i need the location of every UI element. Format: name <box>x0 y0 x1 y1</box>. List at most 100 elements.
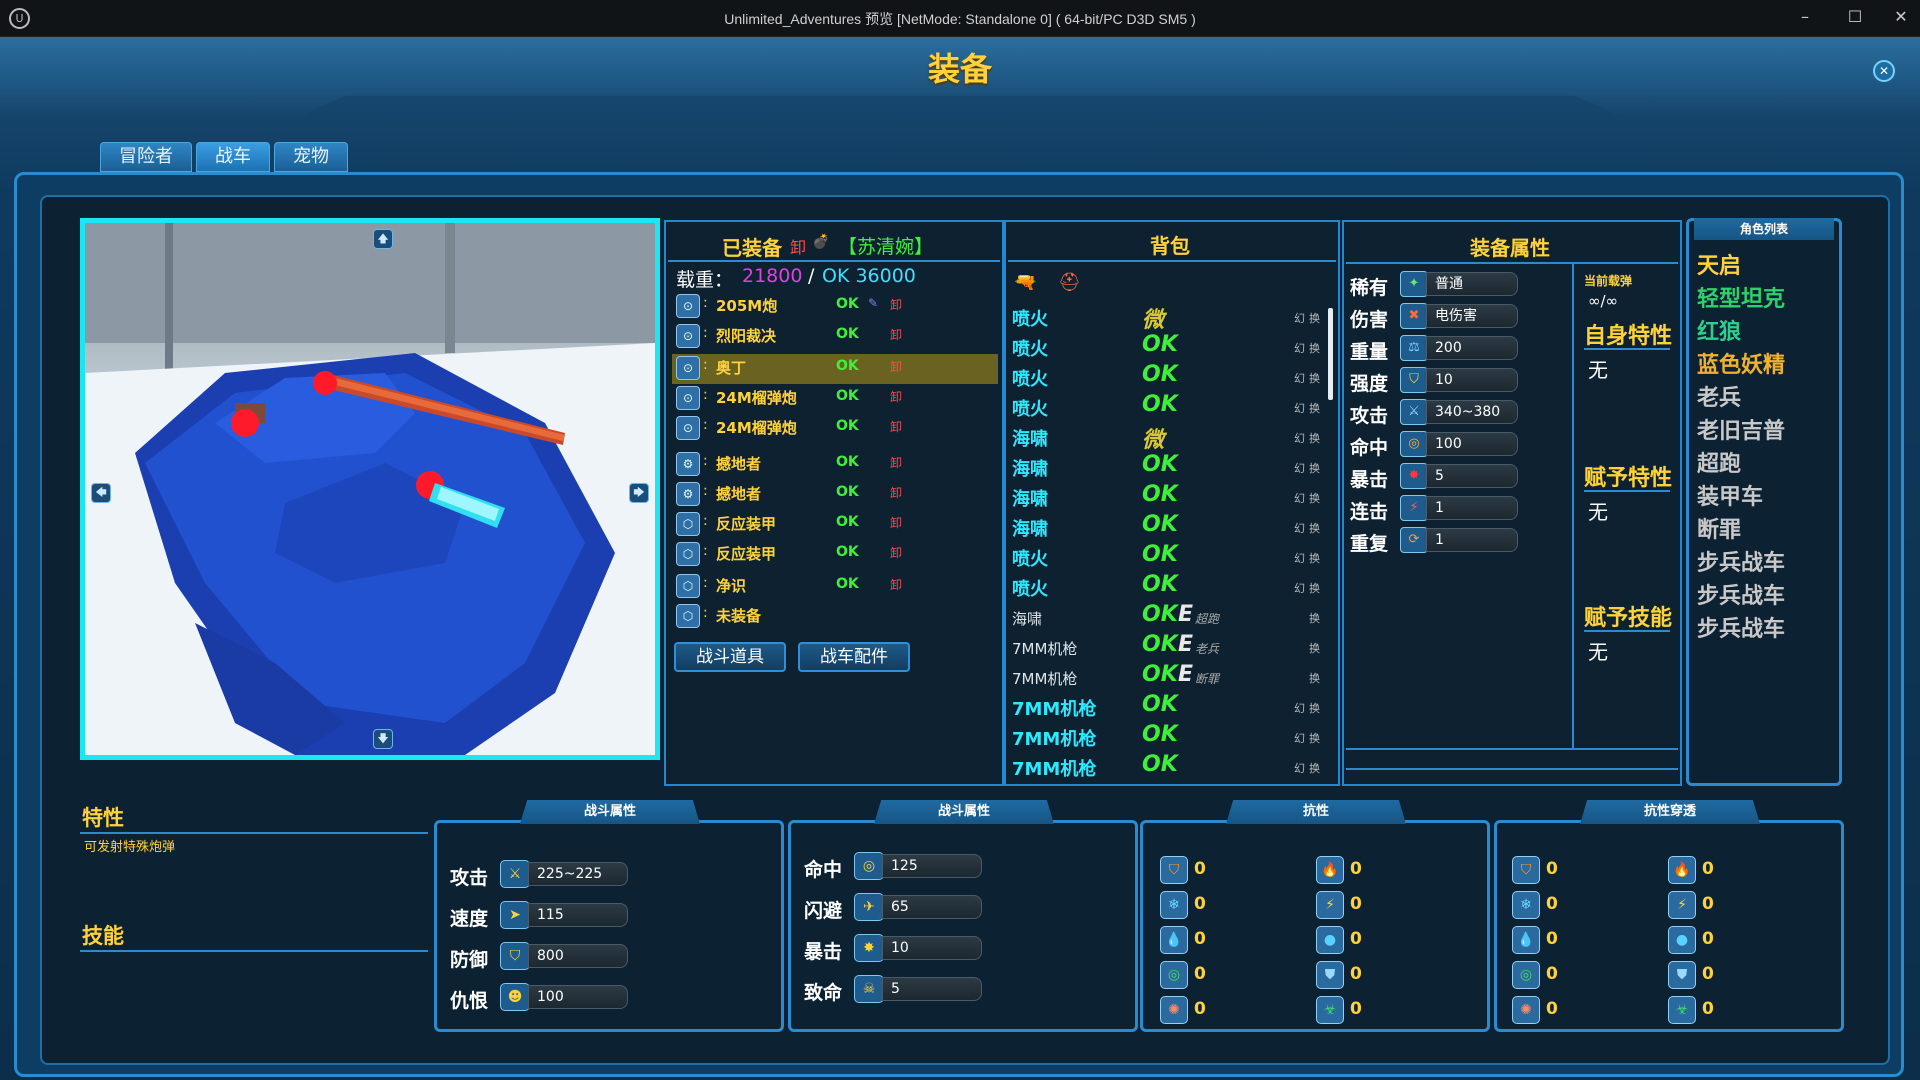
equipped-item-row[interactable]: ⊙:24M榴弹炮 OK 卸 <box>676 414 998 442</box>
equipped-item-row[interactable]: ⬡: 净识 OK 卸 <box>676 572 998 600</box>
backpack-scrollbar[interactable] <box>1328 308 1333 400</box>
swap-button[interactable]: 换 <box>1309 670 1320 686</box>
role-list-item[interactable]: 天启 <box>1697 248 1741 280</box>
role-list-item[interactable]: 红狼 <box>1697 314 1741 346</box>
illusion-button[interactable]: 幻 <box>1294 400 1305 416</box>
unload-button[interactable]: 卸 <box>890 358 902 375</box>
unload-button[interactable]: 卸 <box>890 576 902 593</box>
rotate-up-icon[interactable]: 🡅 <box>373 229 393 249</box>
minimize-button[interactable]: – <box>1790 5 1820 29</box>
illusion-button[interactable]: 幻 <box>1294 370 1305 386</box>
armor-filter-icon[interactable]: ⛑ <box>1058 272 1081 293</box>
backpack-item-row[interactable]: 喷火 微 幻换 <box>1012 302 1322 333</box>
role-list-item[interactable]: 蓝色妖精 <box>1697 347 1785 379</box>
illusion-button[interactable]: 幻 <box>1294 580 1305 596</box>
swap-button[interactable]: 换 <box>1309 430 1320 446</box>
swap-button[interactable]: 换 <box>1309 580 1320 596</box>
rotate-right-icon[interactable]: 🡆 <box>629 483 649 503</box>
tab-adventurer[interactable]: 冒险者 <box>100 142 192 172</box>
swap-button[interactable]: 换 <box>1309 400 1320 416</box>
role-list-item[interactable]: 步兵战车 <box>1697 545 1785 577</box>
illusion-button[interactable]: 幻 <box>1294 340 1305 356</box>
swap-button[interactable]: 换 <box>1309 310 1320 326</box>
tank-3d-viewport[interactable]: 🡅 🡇 🡄 🡆 <box>80 218 660 760</box>
unload-button[interactable]: 卸 <box>890 484 902 501</box>
backpack-item-row[interactable]: 海啸 OK 幻换 <box>1012 452 1322 482</box>
backpack-item-row[interactable]: 海啸 OK 幻换 <box>1012 482 1322 512</box>
tank-parts-button[interactable]: 战车配件 <box>798 642 910 672</box>
backpack-item-row[interactable]: 海啸 微 幻换 <box>1012 422 1322 453</box>
role-list-item[interactable]: 老旧吉普 <box>1697 413 1785 445</box>
backpack-item-row[interactable]: 海啸 OK 幻换 <box>1012 512 1322 542</box>
backpack-item-row[interactable]: 7MM机枪 OK 幻换 <box>1012 722 1322 752</box>
illusion-button[interactable]: 幻 <box>1294 550 1305 566</box>
illusion-button[interactable]: 幻 <box>1294 760 1305 776</box>
modify-icon[interactable]: ✎ <box>868 296 878 310</box>
swap-button[interactable]: 换 <box>1309 700 1320 716</box>
unload-button[interactable]: 卸 <box>890 418 902 435</box>
rotate-left-icon[interactable]: 🡄 <box>91 483 111 503</box>
unload-button[interactable]: 卸 <box>890 326 902 343</box>
close-icon[interactable]: ✕ <box>1873 60 1895 82</box>
swap-button[interactable]: 换 <box>1309 340 1320 356</box>
equipped-item-row[interactable]: ⊙: 烈阳裁决 OK 卸 <box>676 322 998 350</box>
role-list-item[interactable]: 断罪 <box>1697 512 1741 544</box>
illusion-button[interactable]: 幻 <box>1294 700 1305 716</box>
illusion-button[interactable]: 幻 <box>1294 520 1305 536</box>
equipped-item-row[interactable]: ⬡: 未装备 <box>676 602 998 630</box>
swap-button[interactable]: 换 <box>1309 760 1320 776</box>
equipped-item-row[interactable]: ⊙: 奥丁 OK 卸 <box>676 354 998 382</box>
illusion-button[interactable]: 幻 <box>1294 430 1305 446</box>
illusion-button[interactable]: 幻 <box>1294 490 1305 506</box>
backpack-item-row[interactable]: 喷火 OK 幻换 <box>1012 542 1322 572</box>
backpack-item-row[interactable]: 7MM机枪 OK E 老兵 换 <box>1012 632 1322 662</box>
unload-button[interactable]: 卸 <box>890 514 902 531</box>
swap-button[interactable]: 换 <box>1309 460 1320 476</box>
equipped-item-row[interactable]: ⚙: 撼地者 OK 卸 <box>676 450 998 478</box>
role-list-item[interactable]: 轻型坦克 <box>1697 281 1785 313</box>
equipped-item-row[interactable]: ⬡: 反应装甲 OK 卸 <box>676 540 998 568</box>
unload-button[interactable]: 卸 <box>890 544 902 561</box>
swap-button[interactable]: 换 <box>1309 490 1320 506</box>
equipped-item-row[interactable]: ⊙:24M榴弹炮 OK 卸 <box>676 384 998 412</box>
backpack-item-row[interactable]: 喷火 OK 幻换 <box>1012 392 1322 422</box>
illusion-button[interactable]: 幻 <box>1294 730 1305 746</box>
backpack-item-row[interactable]: 7MM机枪 OK 幻换 <box>1012 692 1322 722</box>
equipped-item-name: 205M炮 <box>716 297 778 315</box>
combat-items-button[interactable]: 战斗道具 <box>674 642 786 672</box>
weapon-filter-icon[interactable]: 🔫 <box>1014 272 1036 293</box>
backpack-item-row[interactable]: 7MM机枪 OK 幻换 <box>1012 752 1322 782</box>
close-window-button[interactable]: ✕ <box>1886 5 1916 29</box>
tab-tank[interactable]: 战车 <box>196 142 270 172</box>
swap-button[interactable]: 换 <box>1309 370 1320 386</box>
rotate-down-icon[interactable]: 🡇 <box>373 729 393 749</box>
unload-button[interactable]: 卸 <box>890 388 902 405</box>
swap-button[interactable]: 换 <box>1309 520 1320 536</box>
swap-button[interactable]: 换 <box>1309 730 1320 746</box>
role-list-item[interactable]: 装甲车 <box>1697 479 1763 511</box>
unload-button[interactable]: 卸 <box>890 454 902 471</box>
illusion-button[interactable]: 幻 <box>1294 310 1305 326</box>
unload-button[interactable]: 卸 <box>890 296 902 313</box>
swap-button[interactable]: 换 <box>1309 640 1320 656</box>
equipped-item-row[interactable]: ⬡: 反应装甲 OK 卸 <box>676 510 998 538</box>
equipped-item-row[interactable]: ⚙: 撼地者 OK 卸 <box>676 480 998 508</box>
role-list-item[interactable]: 超跑 <box>1697 446 1741 478</box>
backpack-item-row[interactable]: 海啸 OK E 超跑 换 <box>1012 602 1322 632</box>
equipped-item-row[interactable]: ⊙:205M炮 OK ✎ 卸 <box>676 292 998 320</box>
unload-all-button[interactable]: 卸 <box>790 234 806 258</box>
role-list-item[interactable]: 步兵战车 <box>1697 611 1785 643</box>
backpack-item-row[interactable]: 喷火 OK 幻换 <box>1012 572 1322 602</box>
swap-button[interactable]: 换 <box>1309 610 1320 626</box>
swap-button[interactable]: 换 <box>1309 550 1320 566</box>
stat-icon: ⛉ <box>500 942 530 970</box>
tab-pet[interactable]: 宠物 <box>274 142 348 172</box>
backpack-item-row[interactable]: 7MM机枪 OK E 断罪 换 <box>1012 662 1322 692</box>
maximize-button[interactable]: ☐ <box>1840 5 1870 29</box>
role-list-item[interactable]: 老兵 <box>1697 380 1741 412</box>
backpack-item-row[interactable]: 喷火 OK 幻换 <box>1012 362 1322 392</box>
illusion-button[interactable]: 幻 <box>1294 460 1305 476</box>
role-list-item[interactable]: 步兵战车 <box>1697 578 1785 610</box>
stat-value: 800 <box>528 944 628 968</box>
backpack-item-row[interactable]: 喷火 OK 幻换 <box>1012 332 1322 362</box>
